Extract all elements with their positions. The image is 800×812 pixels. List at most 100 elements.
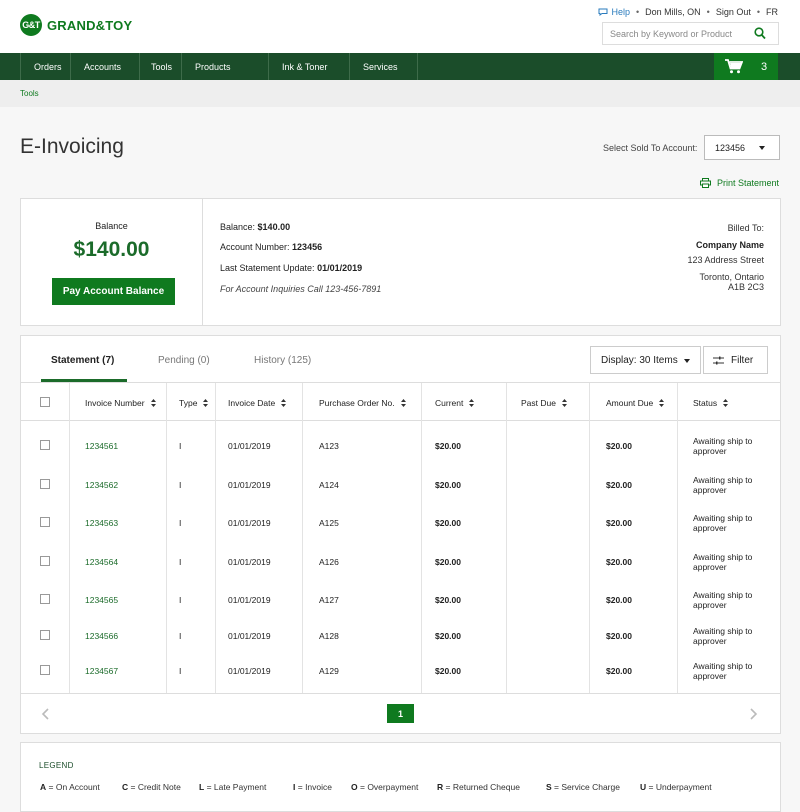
location-link[interactable]: Don Mills, ON <box>645 7 701 17</box>
row-checkbox[interactable] <box>40 665 50 675</box>
page-button[interactable]: 1 <box>387 704 414 723</box>
column-divider <box>506 383 507 693</box>
invoice-number-link[interactable]: 1234562 <box>85 480 118 490</box>
column-divider <box>166 383 167 693</box>
language-link[interactable]: FR <box>766 7 778 17</box>
balance-line-label: Balance: <box>220 222 256 232</box>
invoice-type: I <box>179 666 182 676</box>
search-input[interactable] <box>603 23 743 44</box>
chat-bubble-icon <box>598 8 608 16</box>
row-checkbox[interactable] <box>40 630 50 640</box>
divider <box>202 199 203 325</box>
column-invoice-date[interactable]: Invoice Date <box>228 398 287 408</box>
purchase-order-number: A123 <box>319 441 339 451</box>
column-label: Invoice Number <box>85 398 145 408</box>
pay-account-balance-button[interactable]: Pay Account Balance <box>52 278 175 305</box>
row-checkbox[interactable] <box>40 517 50 527</box>
legend-code: S <box>546 782 552 792</box>
column-invoice-number[interactable]: Invoice Number <box>85 398 156 408</box>
print-statement-label: Print Statement <box>717 178 780 188</box>
last-update-label: Last Statement Update: <box>220 263 315 273</box>
chevron-right-icon[interactable] <box>750 708 758 720</box>
cart-button[interactable]: 3 <box>714 53 778 80</box>
chevron-down-icon <box>684 359 690 363</box>
amount-due: $20.00 <box>606 666 632 676</box>
postal-code: A1B 2C3 <box>727 281 764 292</box>
column-type[interactable]: Type <box>179 398 209 408</box>
invoice-date: 01/01/2019 <box>228 595 271 605</box>
brand-logo[interactable]: G&T GRAND&TOY <box>20 14 132 36</box>
sign-out-link[interactable]: Sign Out <box>716 7 751 17</box>
column-purchase-order[interactable]: Purchase Order No. <box>319 398 406 408</box>
nav-item-tools[interactable]: Tools <box>140 53 182 80</box>
legend-item: U = Underpayment <box>640 782 712 792</box>
nav-item-accounts[interactable]: Accounts <box>71 53 140 80</box>
tab-pending[interactable]: Pending (0) <box>158 355 210 366</box>
legend-code: I <box>293 782 296 792</box>
display-count-select[interactable]: Display: 30 Items <box>590 346 701 374</box>
cart-count: 3 <box>761 60 768 73</box>
column-label: Current <box>435 398 464 408</box>
invoice-date: 01/01/2019 <box>228 480 271 490</box>
nav-item-products[interactable]: Products <box>182 53 269 80</box>
current-amount: $20.00 <box>435 595 461 605</box>
invoice-date: 01/01/2019 <box>228 631 271 641</box>
amount-due: $20.00 <box>606 518 632 528</box>
nav-item-ink-toner[interactable]: Ink & Toner <box>269 53 350 80</box>
select-all-checkbox[interactable] <box>40 397 50 407</box>
invoice-number-link[interactable]: 1234564 <box>85 557 118 567</box>
tab-history[interactable]: History (125) <box>254 355 311 366</box>
legend-label: = Invoice <box>297 782 333 792</box>
column-current[interactable]: Current <box>435 398 475 408</box>
column-past-due[interactable]: Past Due <box>521 398 567 408</box>
page-title: E-Invoicing <box>20 135 124 158</box>
sold-to-select[interactable]: 123456 <box>704 135 780 160</box>
row-checkbox[interactable] <box>40 479 50 489</box>
invoice-number-link[interactable]: 1234565 <box>85 595 118 605</box>
chevron-left-icon[interactable] <box>41 708 49 720</box>
company-name: Company Name <box>695 239 764 250</box>
row-checkbox[interactable] <box>40 594 50 604</box>
column-label: Past Due <box>521 398 556 408</box>
invoice-number-link[interactable]: 1234567 <box>85 666 118 676</box>
filter-sliders-icon <box>713 356 724 364</box>
help-link[interactable]: Help <box>598 7 630 17</box>
status-text: Awaiting ship to approver <box>693 661 753 681</box>
legend-item: R = Returned Cheque <box>437 782 520 792</box>
breadcrumb[interactable]: Tools <box>20 89 39 98</box>
invoice-number-link[interactable]: 1234563 <box>85 518 118 528</box>
invoice-number-link[interactable]: 1234566 <box>85 631 118 641</box>
search-icon[interactable] <box>754 27 766 40</box>
purchase-order-number: A127 <box>319 595 339 605</box>
purchase-order-number: A129 <box>319 666 339 676</box>
print-statement-link[interactable]: Print Statement <box>700 178 779 188</box>
account-number-label: Account Number: <box>220 242 290 252</box>
breadcrumb-bar: Tools <box>0 80 800 107</box>
sort-icon <box>150 399 156 407</box>
current-amount: $20.00 <box>435 631 461 641</box>
invoice-number-link[interactable]: 1234561 <box>85 441 118 451</box>
separator: • <box>756 7 760 17</box>
tab-statement[interactable]: Statement (7) <box>51 355 114 366</box>
city-line: Toronto, Ontario <box>699 271 764 282</box>
separator: • <box>706 7 710 17</box>
sort-icon <box>281 399 287 407</box>
legend-item: A = On Account <box>40 782 100 792</box>
pagination: 1 <box>21 693 780 733</box>
nav-item-services[interactable]: Services <box>350 53 418 80</box>
amount-due: $20.00 <box>606 480 632 490</box>
invoice-date: 01/01/2019 <box>228 666 271 676</box>
invoice-type: I <box>179 557 182 567</box>
legend-code: R <box>437 782 444 792</box>
legend-code: O <box>351 782 358 792</box>
legend-item: S = Service Charge <box>546 782 620 792</box>
nav-item-orders[interactable]: Orders <box>20 53 71 80</box>
column-status[interactable]: Status <box>693 398 729 408</box>
column-amount-due[interactable]: Amount Due <box>606 398 665 408</box>
status-text: Awaiting ship to approver <box>693 475 753 495</box>
row-checkbox[interactable] <box>40 556 50 566</box>
separator: • <box>635 7 640 17</box>
billed-to-block: Billed To: Company Name 123 Address Stre… <box>564 221 764 292</box>
row-checkbox[interactable] <box>40 440 50 450</box>
filter-button[interactable]: Filter <box>703 346 768 374</box>
